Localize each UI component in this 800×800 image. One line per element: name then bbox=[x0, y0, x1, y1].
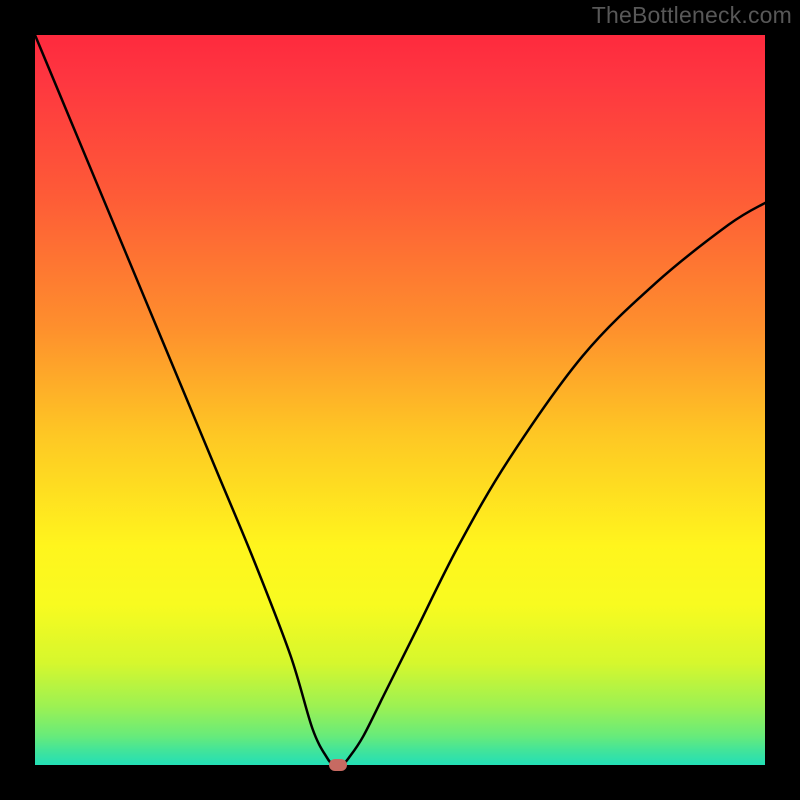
chart-frame: TheBottleneck.com bbox=[0, 0, 800, 800]
bottleneck-curve bbox=[35, 35, 765, 765]
plot-area bbox=[35, 35, 765, 765]
watermark-text: TheBottleneck.com bbox=[592, 2, 792, 29]
vertex-marker bbox=[329, 759, 347, 771]
